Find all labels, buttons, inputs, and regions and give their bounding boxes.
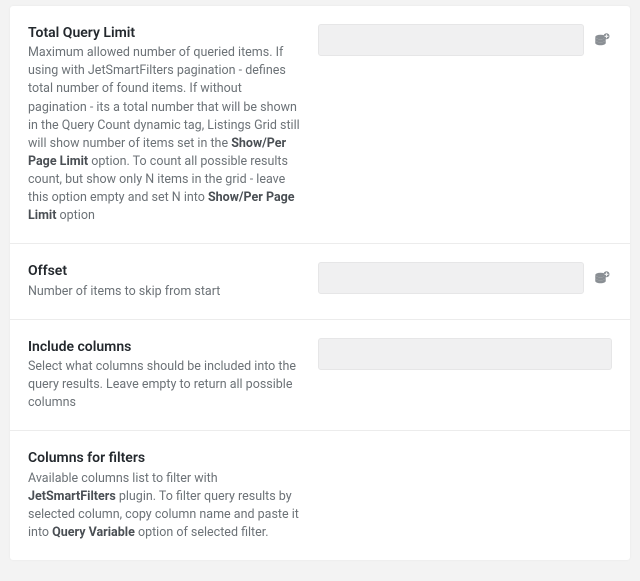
dynamic-tags-icon[interactable] [592, 262, 612, 294]
row-offset: Offset Number of items to skip from star… [10, 244, 630, 319]
field-control-block [318, 24, 612, 225]
field-title: Include columns [28, 338, 300, 356]
field-label-block: Total Query Limit Maximum allowed number… [28, 24, 318, 225]
field-desc: Select what columns should be included i… [28, 358, 300, 412]
field-desc: Maximum allowed number of queried items.… [28, 44, 300, 225]
desc-text: Available columns list to filter with [28, 471, 218, 486]
input-wrap [318, 262, 584, 294]
include-columns-input[interactable] [318, 338, 612, 370]
settings-panel: Total Query Limit Maximum allowed number… [10, 6, 630, 560]
desc-bold: JetSmartFilters [28, 489, 116, 504]
offset-input[interactable] [318, 262, 584, 294]
desc-text: option [56, 208, 94, 223]
desc-bold: Query Variable [52, 525, 135, 540]
input-wrap [318, 24, 584, 56]
field-label-block: Columns for filters Available columns li… [28, 449, 318, 542]
row-columns-for-filters: Columns for filters Available columns li… [10, 431, 630, 560]
row-include-columns: Include columns Select what columns shou… [10, 320, 630, 432]
total-query-limit-input[interactable] [318, 24, 584, 56]
row-total-query-limit: Total Query Limit Maximum allowed number… [10, 6, 630, 244]
field-label-block: Include columns Select what columns shou… [28, 338, 318, 413]
dynamic-tags-icon[interactable] [592, 24, 612, 56]
field-title: Total Query Limit [28, 24, 300, 42]
field-desc: Number of items to skip from start [28, 283, 300, 301]
field-title: Columns for filters [28, 449, 300, 467]
field-control-block [318, 449, 612, 542]
input-wrap [318, 338, 612, 370]
desc-text: option of selected filter. [135, 525, 269, 540]
field-title: Offset [28, 262, 300, 280]
field-desc: Available columns list to filter with Je… [28, 470, 300, 543]
field-control-block [318, 338, 612, 413]
field-label-block: Offset Number of items to skip from star… [28, 262, 318, 300]
field-control-block [318, 262, 612, 300]
